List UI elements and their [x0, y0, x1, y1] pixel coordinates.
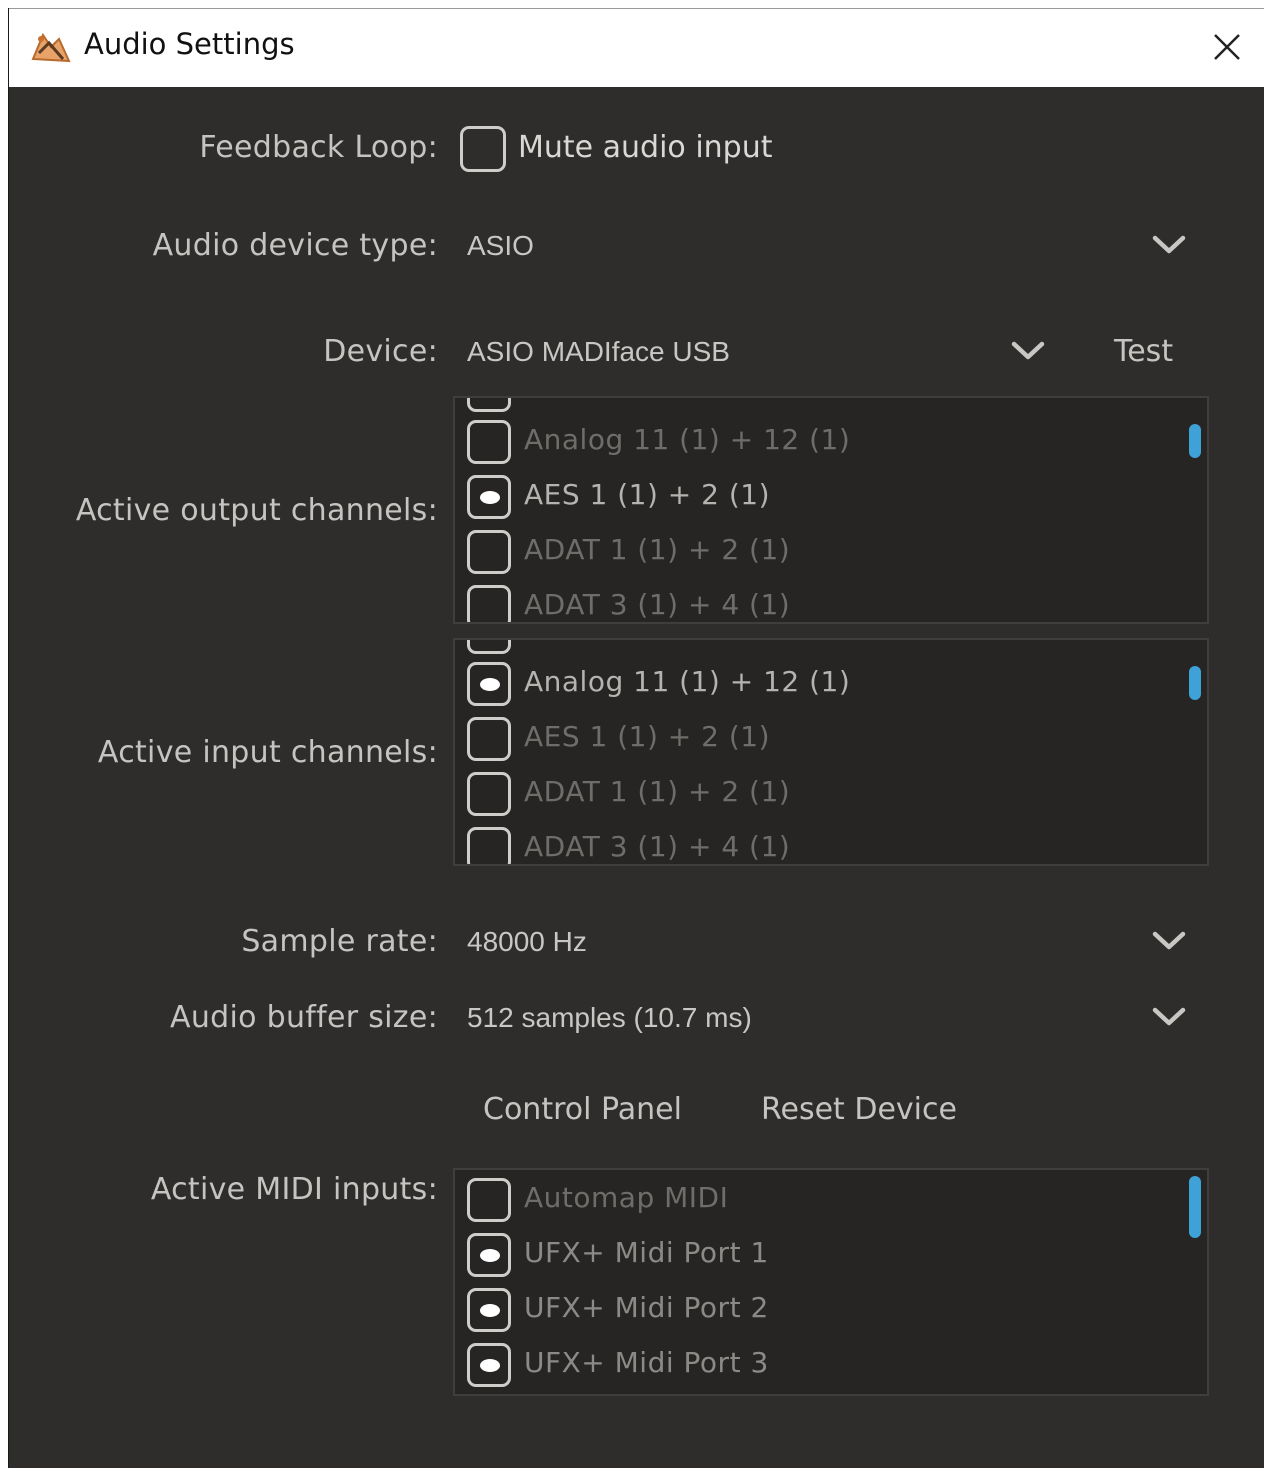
buffer-size-dropdown[interactable]: 512 samples (10.7 ms) [457, 988, 1197, 1044]
scrollbar-thumb[interactable] [1189, 666, 1201, 700]
chevron-down-icon [1152, 235, 1186, 254]
partial-item-checkbox [467, 398, 511, 412]
midi-input-checkbox[interactable] [467, 1233, 511, 1277]
audio-device-type-label: Audio device type: [152, 228, 438, 263]
chevron-down-icon [1152, 931, 1186, 950]
reset-device-button[interactable]: Reset Device [761, 1092, 957, 1127]
midi-inputs-label: Active MIDI inputs: [150, 1172, 438, 1207]
list-item[interactable]: ADAT 3 (1) + 4 (1) [467, 585, 1167, 622]
app-logo-icon [31, 32, 71, 63]
midi-input-checkbox[interactable] [467, 1178, 511, 1222]
channel-label: ADAT 1 (1) + 2 (1) [524, 775, 791, 808]
device-dropdown[interactable]: ASIO MADIface USB [457, 322, 1057, 378]
sample-rate-label: Sample rate: [241, 924, 438, 959]
mute-audio-input-label[interactable]: Mute audio input [518, 130, 773, 165]
partial-item-checkbox [467, 640, 511, 654]
title-bar[interactable]: Audio Settings [9, 8, 1264, 87]
device-value: ASIO MADIface USB [467, 336, 730, 367]
input-channels-list[interactable]: Analog 11 (1) + 12 (1) AES 1 (1) + 2 (1)… [453, 638, 1209, 866]
audio-device-type-value: ASIO [467, 230, 534, 261]
channel-checkbox[interactable] [467, 530, 511, 574]
list-item[interactable]: Analog 11 (1) + 12 (1) [467, 420, 1167, 464]
channel-checkbox[interactable] [467, 585, 511, 622]
mute-audio-input-checkbox[interactable] [460, 126, 506, 172]
scrollbar-thumb[interactable] [1189, 1176, 1201, 1238]
close-icon[interactable] [1203, 23, 1251, 71]
window-title: Audio Settings [84, 27, 295, 61]
test-button[interactable]: Test [1114, 334, 1173, 369]
channel-checkbox[interactable] [467, 662, 511, 706]
midi-input-checkbox[interactable] [467, 1343, 511, 1387]
channel-checkbox[interactable] [467, 717, 511, 761]
chevron-down-icon [1152, 1007, 1186, 1026]
midi-input-label: UFX+ Midi Port 2 [524, 1291, 769, 1324]
list-item[interactable]: ADAT 3 (1) + 4 (1) [467, 827, 1167, 864]
midi-input-label: Automap MIDI [524, 1181, 729, 1214]
feedback-loop-label: Feedback Loop: [199, 130, 438, 165]
channel-label: Analog 11 (1) + 12 (1) [524, 665, 851, 698]
buffer-size-label: Audio buffer size: [170, 1000, 438, 1035]
channel-label: ADAT 3 (1) + 4 (1) [524, 830, 791, 863]
list-item[interactable]: UFX+ Midi Port 3 [467, 1343, 1167, 1387]
output-channels-list[interactable]: Analog 11 (1) + 12 (1) AES 1 (1) + 2 (1)… [453, 396, 1209, 624]
channel-label: ADAT 1 (1) + 2 (1) [524, 533, 791, 566]
buffer-size-value: 512 samples (10.7 ms) [467, 1002, 752, 1033]
channel-checkbox[interactable] [467, 475, 511, 519]
list-item[interactable]: AES 1 (1) + 2 (1) [467, 475, 1167, 519]
device-label: Device: [323, 334, 438, 369]
list-item[interactable]: UFX+ Midi Port 1 [467, 1233, 1167, 1277]
list-item[interactable]: UFX+ Midi Port 2 [467, 1288, 1167, 1332]
list-item[interactable]: Automap MIDI [467, 1178, 1167, 1222]
channel-label: Analog 11 (1) + 12 (1) [524, 423, 851, 456]
channel-checkbox[interactable] [467, 420, 511, 464]
list-item[interactable]: AES 1 (1) + 2 (1) [467, 717, 1167, 761]
sample-rate-value: 48000 Hz [467, 926, 587, 957]
control-panel-button[interactable]: Control Panel [483, 1092, 682, 1127]
midi-inputs-list[interactable]: Automap MIDI UFX+ Midi Port 1 UFX+ Midi … [453, 1168, 1209, 1396]
audio-settings-window: Audio Settings Feedback Loop: Mute audio… [8, 8, 1264, 1468]
chevron-down-icon [1011, 341, 1045, 360]
channel-label: AES 1 (1) + 2 (1) [524, 478, 771, 511]
list-item[interactable]: ADAT 1 (1) + 2 (1) [467, 772, 1167, 816]
output-channels-label: Active output channels: [75, 493, 438, 528]
midi-input-checkbox[interactable] [467, 1288, 511, 1332]
midi-input-label: UFX+ Midi Port 3 [524, 1346, 769, 1379]
scrollbar-thumb[interactable] [1189, 424, 1201, 458]
list-item[interactable]: Analog 11 (1) + 12 (1) [467, 662, 1167, 706]
channel-label: AES 1 (1) + 2 (1) [524, 720, 771, 753]
list-item[interactable]: ADAT 1 (1) + 2 (1) [467, 530, 1167, 574]
sample-rate-dropdown[interactable]: 48000 Hz [457, 912, 1197, 968]
channel-checkbox[interactable] [467, 772, 511, 816]
channel-checkbox[interactable] [467, 827, 511, 864]
channel-label: ADAT 3 (1) + 4 (1) [524, 588, 791, 621]
audio-device-type-dropdown[interactable]: ASIO [457, 216, 1197, 272]
midi-input-label: UFX+ Midi Port 1 [524, 1236, 769, 1269]
input-channels-label: Active input channels: [97, 735, 438, 770]
